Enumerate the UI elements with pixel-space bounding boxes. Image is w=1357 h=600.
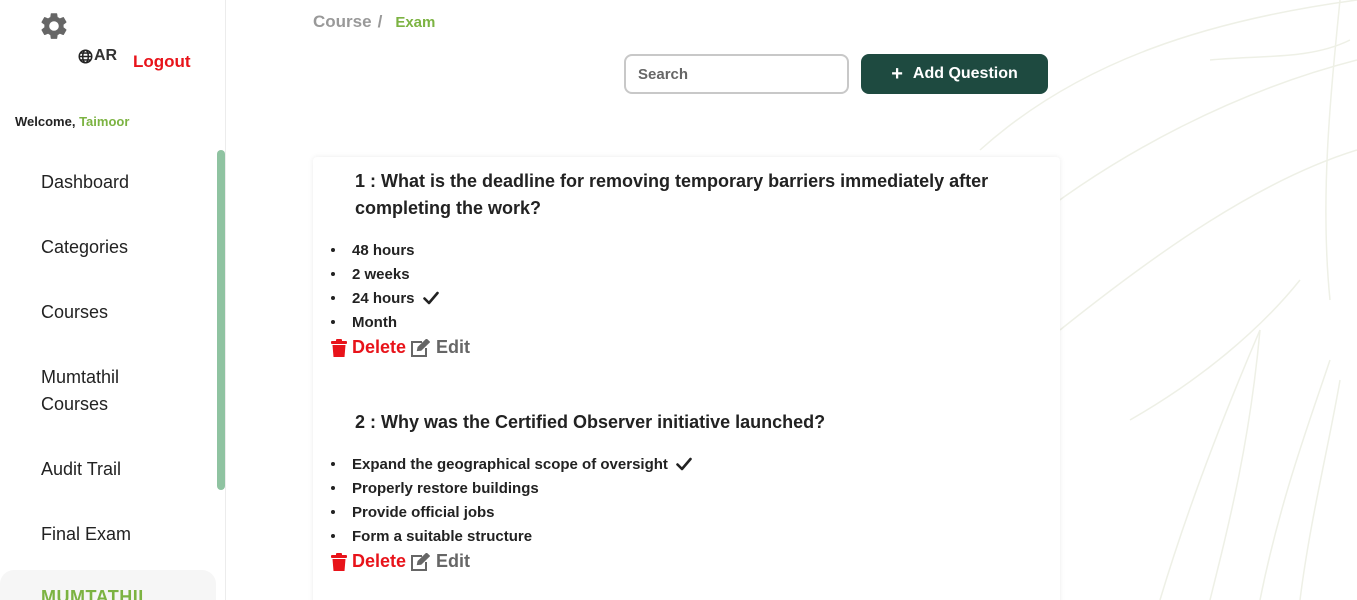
option-item: Expand the geographical scope of oversig… <box>331 452 692 476</box>
delete-button[interactable]: Delete <box>331 337 406 358</box>
question-title: 2 : Why was the Certified Observer initi… <box>355 412 826 432</box>
option-item: Provide official jobs <box>331 500 692 524</box>
check-icon <box>676 457 692 471</box>
sidebar-item-dashboard[interactable]: Dashboard <box>0 150 216 215</box>
breadcrumb: Course / Exam <box>313 12 435 32</box>
edit-button[interactable]: Edit <box>410 551 470 572</box>
check-icon <box>422 291 439 305</box>
option-text: 24 hours <box>352 289 415 307</box>
delete-button[interactable]: Delete <box>331 551 406 572</box>
sidebar-item-audit-trail[interactable]: Audit Trail <box>0 437 216 502</box>
plus-icon: + <box>891 63 903 85</box>
language-switch[interactable]: AR <box>78 47 117 65</box>
bullet <box>331 510 335 514</box>
breadcrumb-current: Exam <box>395 14 436 31</box>
bullet <box>331 248 335 252</box>
question-title: 1 : What is the deadline for removing te… <box>355 171 989 218</box>
option-item: 48 hours <box>331 238 439 262</box>
bullet <box>331 534 335 538</box>
option-text: Month <box>352 313 397 331</box>
option-text: 48 hours <box>352 241 415 259</box>
logout-link[interactable]: Logout <box>133 52 191 72</box>
delete-label: Delete <box>352 551 407 571</box>
option-item: Properly restore buildings <box>331 476 692 500</box>
option-item: Month <box>331 310 439 334</box>
options-list: Expand the geographical scope of oversig… <box>331 452 692 548</box>
option-text: Expand the geographical scope of oversig… <box>352 455 668 473</box>
bullet <box>331 272 335 276</box>
sidebar-item-courses[interactable]: Courses <box>0 280 216 345</box>
edit-button[interactable]: Edit <box>410 337 470 358</box>
option-text: Provide official jobs <box>352 503 495 521</box>
option-text: Properly restore buildings <box>352 479 539 497</box>
edit-label: Edit <box>436 337 471 357</box>
search-input[interactable] <box>624 54 849 94</box>
bullet <box>331 486 335 490</box>
sidebar-item-mumtathil-courses[interactable]: Mumtathil Courses <box>0 345 140 437</box>
sidebar-item-mumtathil[interactable]: MUMTATHIL <box>0 570 216 600</box>
questions-card: 1 : What is the deadline for removing te… <box>313 157 1060 600</box>
edit-icon <box>411 338 431 357</box>
trash-icon <box>331 338 347 357</box>
option-item: 2 weeks <box>331 262 439 286</box>
sidebar-item-categories[interactable]: Categories <box>0 215 216 280</box>
option-text: 2 weeks <box>352 265 410 283</box>
breadcrumb-separator: / <box>377 12 383 31</box>
sidebar-scrollbar[interactable] <box>217 150 225 490</box>
bullet <box>331 320 335 324</box>
edit-label: Edit <box>436 551 471 571</box>
add-question-label: Add Question <box>912 65 1018 82</box>
delete-label: Delete <box>352 337 407 357</box>
bullet <box>331 296 335 300</box>
add-question-button[interactable]: + Add Question <box>861 54 1048 94</box>
sidebar: AR Logout Welcome, Taimoor Dashboard Cat… <box>0 0 226 600</box>
language-label: AR <box>94 47 118 64</box>
option-item: Form a suitable structure <box>331 524 692 548</box>
question-actions: Delete Edit <box>331 551 470 572</box>
option-text: Form a suitable structure <box>352 527 533 545</box>
breadcrumb-course[interactable]: Course <box>313 12 372 32</box>
welcome-prefix: Welcome, <box>15 114 76 129</box>
option-item: 24 hours <box>331 286 439 310</box>
user-name: Taimoor <box>79 114 130 129</box>
sidebar-item-final-exam[interactable]: Final Exam <box>0 502 216 567</box>
welcome-text: Welcome, Taimoor <box>15 114 129 129</box>
bullet <box>331 462 335 466</box>
options-list: 48 hours 2 weeks 24 hours Month <box>331 238 439 334</box>
trash-icon <box>331 552 347 571</box>
edit-icon <box>411 552 431 571</box>
question-actions: Delete Edit <box>331 337 470 358</box>
sidebar-nav: Dashboard Categories Courses Mumtathil C… <box>0 150 216 600</box>
gear-icon[interactable] <box>38 10 70 42</box>
globe-icon <box>78 49 93 63</box>
